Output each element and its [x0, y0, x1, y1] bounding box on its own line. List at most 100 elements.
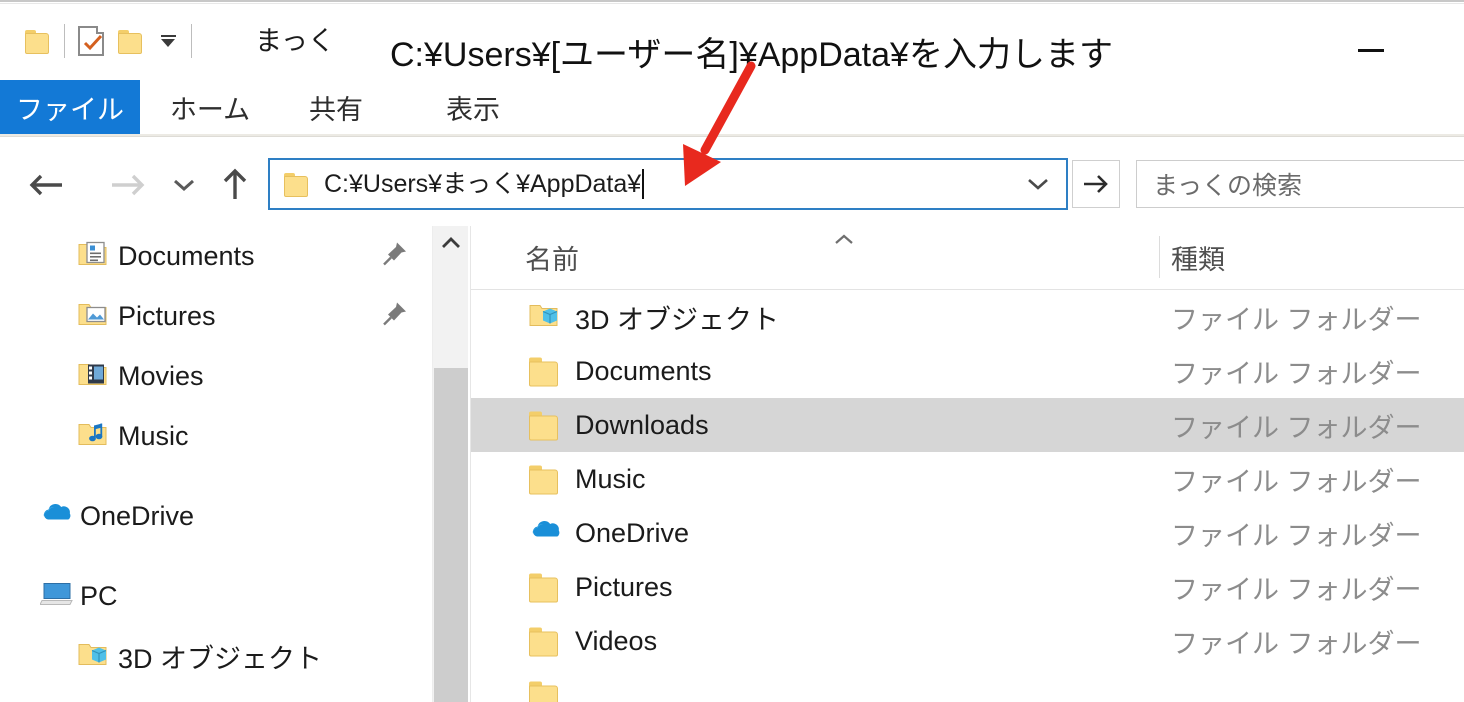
column-divider[interactable]	[1159, 236, 1160, 278]
navigation-bar: C:¥Users¥まっく¥AppData¥ まっくの検索	[0, 146, 1464, 224]
pin-icon[interactable]	[382, 241, 408, 272]
ribbon-divider	[0, 134, 1464, 137]
table-row[interactable]: Videos ファイル フォルダー	[471, 614, 1464, 668]
search-input[interactable]: まっくの検索	[1136, 160, 1464, 208]
table-row[interactable]	[471, 668, 1464, 702]
nav-item-label: Documents	[118, 240, 255, 271]
explorer-icon[interactable]	[18, 19, 58, 63]
nav-item-label: Movies	[118, 360, 204, 391]
file-type: ファイル フォルダー	[1171, 358, 1422, 389]
file-type: ファイル フォルダー	[1171, 466, 1422, 497]
document-check-glyph	[78, 26, 104, 56]
file-name: Pictures	[575, 571, 673, 602]
qat-separator-2	[191, 24, 192, 58]
column-header-name[interactable]: 名前	[525, 238, 579, 277]
nav-item-3d-objects[interactable]: 3D オブジェクト	[0, 626, 430, 686]
table-row[interactable]: Music ファイル フォルダー	[471, 452, 1464, 506]
check-mark-glyph	[83, 34, 103, 51]
3d-objects-folder-icon	[78, 641, 108, 672]
column-header-type[interactable]: 種類	[1171, 238, 1225, 277]
music-folder-icon	[78, 421, 108, 452]
nav-item-label: OneDrive	[80, 500, 195, 531]
customize-dropdown-icon[interactable]	[151, 19, 185, 63]
nav-item-music[interactable]: Music	[0, 406, 430, 466]
sort-ascending-icon	[831, 232, 857, 251]
properties-icon[interactable]	[71, 19, 111, 63]
nav-item-onedrive[interactable]: OneDrive	[0, 486, 430, 546]
file-explorer-window: まっく ファイル ホーム 共有 表示 C:¥Users¥まっく¥AppData¥…	[0, 0, 1464, 702]
file-type: ファイル フォルダー	[1171, 412, 1422, 443]
onedrive-cloud-icon	[40, 502, 76, 531]
navigation-pane-scrollbar[interactable]	[432, 226, 468, 702]
back-button[interactable]	[22, 160, 74, 210]
tab-share[interactable]: 共有	[300, 80, 372, 134]
nav-item-movies[interactable]: Movies	[0, 346, 430, 406]
quick-access-toolbar	[0, 5, 198, 77]
ribbon-tabs: ファイル ホーム 共有 表示	[0, 80, 1464, 134]
nav-item-pictures[interactable]: Pictures	[0, 286, 430, 346]
address-text: C:¥Users¥まっく¥AppData¥	[324, 170, 642, 198]
file-name: Videos	[575, 625, 658, 656]
folder-glyph	[118, 30, 144, 54]
minimize-button[interactable]	[1358, 38, 1384, 52]
this-pc-icon	[39, 581, 74, 612]
window-title: まっく	[255, 26, 335, 56]
nav-item-documents[interactable]: Documents	[0, 226, 430, 286]
chevron-down-glyph	[161, 39, 175, 47]
scrollbar-thumb[interactable]	[434, 368, 468, 702]
folder-icon	[529, 681, 561, 702]
file-name: 3D オブジェクト	[575, 304, 780, 335]
doc-corner	[96, 26, 104, 34]
minimize-glyph	[1358, 49, 1384, 52]
pictures-folder-icon	[78, 301, 108, 332]
go-button[interactable]	[1072, 160, 1120, 208]
address-dropdown-button[interactable]	[1010, 160, 1066, 208]
qat-separator-1	[64, 24, 65, 58]
table-row[interactable]: OneDrive ファイル フォルダー	[471, 506, 1464, 560]
nav-item-label: PC	[80, 580, 118, 611]
explorer-body: Documents Pictures Movies Music OneDrive…	[0, 226, 1464, 702]
file-name: Music	[575, 463, 646, 494]
chevron-down-icon	[1028, 179, 1048, 190]
navigation-pane: Documents Pictures Movies Music OneDrive…	[0, 226, 430, 702]
forward-button[interactable]	[100, 160, 152, 210]
address-bar[interactable]: C:¥Users¥まっく¥AppData¥	[268, 158, 1068, 210]
file-type: ファイル フォルダー	[1171, 628, 1422, 659]
nav-item-label: Music	[118, 420, 189, 451]
file-type: ファイル フォルダー	[1171, 520, 1422, 551]
folder-icon	[529, 357, 561, 387]
file-type: ファイル フォルダー	[1171, 574, 1422, 605]
scrollbar-up-button[interactable]	[433, 226, 469, 260]
up-button[interactable]	[212, 160, 258, 210]
nav-item-label: 3D オブジェクト	[118, 643, 323, 674]
folder-icon	[529, 411, 561, 441]
tab-file[interactable]: ファイル	[0, 80, 140, 134]
nav-item-pc[interactable]: PC	[0, 566, 430, 626]
file-list-pane: 名前 種類 3D オブジェクト ファイル フォルダー Documents ファイ…	[470, 226, 1464, 702]
file-type: ファイル フォルダー	[1171, 304, 1422, 335]
table-row[interactable]: Downloads ファイル フォルダー	[471, 398, 1464, 452]
nav-item-label: Pictures	[118, 300, 216, 331]
nav-group-gap	[0, 466, 430, 486]
tab-view[interactable]: 表示	[430, 80, 516, 134]
tab-home[interactable]: ホーム	[160, 80, 260, 134]
folder-glyph	[25, 30, 51, 54]
file-name: OneDrive	[575, 517, 690, 548]
recent-locations-button[interactable]	[164, 160, 204, 210]
arrow-left-icon	[29, 174, 62, 196]
file-name: Downloads	[575, 409, 709, 440]
annotation-text: C:¥Users¥[ユーザー名]¥AppData¥を入力します	[390, 36, 1113, 74]
file-name: Documents	[575, 355, 712, 386]
table-row[interactable]: Documents ファイル フォルダー	[471, 344, 1464, 398]
new-folder-icon[interactable]	[111, 19, 151, 63]
pin-icon[interactable]	[382, 301, 408, 332]
arrow-up-icon	[223, 168, 247, 199]
address-folder-icon	[284, 173, 310, 197]
folder-icon	[529, 573, 561, 603]
arrow-right-icon	[1084, 175, 1108, 193]
folder-icon	[529, 627, 561, 657]
column-header-row: 名前 種類	[471, 226, 1464, 290]
table-row[interactable]: Pictures ファイル フォルダー	[471, 560, 1464, 614]
table-row[interactable]: 3D オブジェクト ファイル フォルダー	[471, 290, 1464, 344]
chevron-up-icon	[442, 237, 460, 248]
